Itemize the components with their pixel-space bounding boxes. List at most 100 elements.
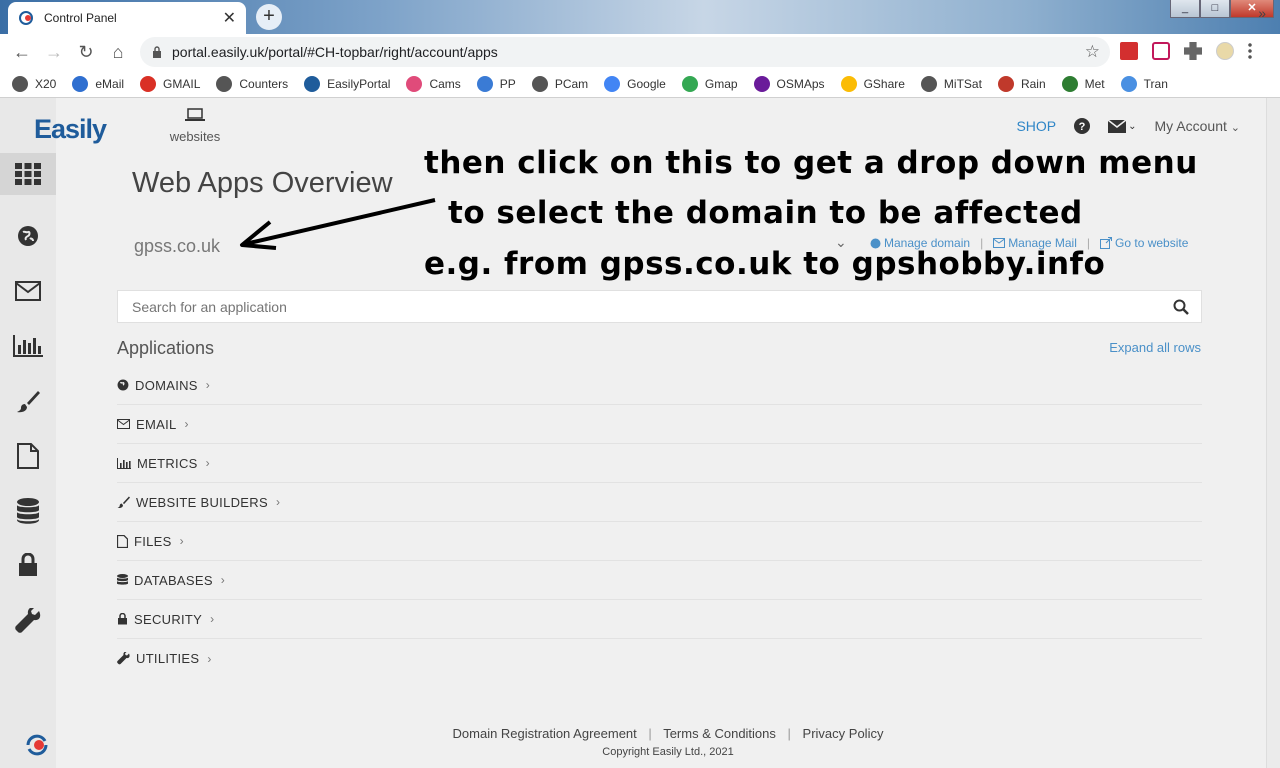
bookmark-label: MiTSat xyxy=(943,76,982,91)
sidebar-item-files[interactable] xyxy=(0,435,56,477)
shop-link[interactable]: SHOP xyxy=(1016,118,1056,134)
bookmark-item[interactable]: Rain xyxy=(997,75,1046,92)
bookmark-label: Google xyxy=(627,76,666,91)
bookmark-favicon-icon xyxy=(920,75,937,92)
bookmark-label: Gmap xyxy=(704,76,738,91)
back-arrow-icon[interactable]: ← xyxy=(6,42,38,63)
app-row-databases[interactable]: DATABASES › xyxy=(117,561,1202,600)
application-search xyxy=(117,290,1202,323)
chevron-right-icon: › xyxy=(184,417,189,431)
top-right-nav: SHOP ? ⌄ My Account ⌄ xyxy=(1016,118,1240,134)
sidebar-item-apps[interactable] xyxy=(0,153,56,195)
bookmark-item[interactable]: OSMAps xyxy=(753,75,825,92)
privacy-policy-link[interactable]: Privacy Policy xyxy=(803,726,884,741)
sidebar-item-email[interactable] xyxy=(0,270,56,312)
websites-nav[interactable]: websites xyxy=(160,108,230,144)
app-row-domains[interactable]: DOMAINS › xyxy=(117,366,1202,405)
annotation-line-1: then click on this to get a drop down me… xyxy=(424,145,1198,181)
browser-menu-icon[interactable] xyxy=(1248,42,1252,60)
bookmark-item[interactable]: Tran xyxy=(1120,75,1168,92)
bookmark-favicon-icon xyxy=(140,75,157,92)
chevron-down-icon: ⌄ xyxy=(1230,122,1240,134)
chevron-right-icon: › xyxy=(275,495,281,509)
close-window-button[interactable]: ✕ xyxy=(1230,0,1274,18)
bookmark-favicon-icon xyxy=(681,75,698,92)
bookmark-item[interactable]: Google xyxy=(604,75,666,92)
app-row-email[interactable]: EMAIL › xyxy=(117,405,1202,444)
puzzle-extensions-icon[interactable] xyxy=(1184,42,1202,60)
chevron-right-icon: › xyxy=(220,573,226,587)
bookmark-star-icon[interactable]: ☆ xyxy=(1085,42,1100,62)
bookmark-item[interactable]: Counters xyxy=(216,75,288,92)
envelope-icon xyxy=(1108,119,1127,133)
domain-registration-agreement-link[interactable]: Domain Registration Agreement xyxy=(453,726,637,741)
bookmark-item[interactable]: EasilyPortal xyxy=(304,75,390,92)
bookmark-item[interactable]: eMail xyxy=(72,75,124,92)
app-row-website-builders[interactable]: WEBSITE BUILDERS › xyxy=(117,483,1202,522)
page-scrollbar[interactable] xyxy=(1266,98,1280,768)
chevron-right-icon: › xyxy=(210,612,215,626)
pdf-extension-icon[interactable] xyxy=(1120,42,1138,60)
search-icon[interactable] xyxy=(1173,299,1189,315)
tab-close-icon[interactable]: ✕ xyxy=(223,8,236,28)
bookmark-label: Rain xyxy=(1020,76,1046,91)
sidebar-item-security[interactable] xyxy=(0,544,56,586)
app-row-files[interactable]: FILES › xyxy=(117,522,1202,561)
forward-arrow-icon[interactable]: → xyxy=(38,42,70,63)
my-account-menu[interactable]: My Account ⌄ xyxy=(1155,118,1240,134)
bookmark-item[interactable]: GMAIL xyxy=(140,75,201,92)
bookmarks-bar: X20 eMail GMAIL Counters EasilyPortal Cams PP P… xyxy=(0,70,1280,98)
sidebar-item-website-builders[interactable] xyxy=(0,381,56,423)
app-row-metrics[interactable]: METRICS › xyxy=(117,444,1202,483)
sidebar-item-databases[interactable] xyxy=(0,490,56,532)
maximize-button[interactable]: □ xyxy=(1200,0,1230,18)
bookmark-label: X20 xyxy=(35,76,57,91)
globe-icon xyxy=(18,226,38,246)
secure-lock-icon xyxy=(153,46,161,58)
bar-chart-icon xyxy=(117,457,131,469)
bookmark-item[interactable]: GShare xyxy=(840,75,905,92)
calendar-extension-icon[interactable] xyxy=(1152,42,1170,60)
sidebar-item-domains[interactable] xyxy=(0,215,56,257)
bookmark-item[interactable]: PCam xyxy=(531,75,588,92)
search-input[interactable] xyxy=(132,298,1201,315)
address-bar[interactable]: portal.easily.uk/portal/#CH-topbar/right… xyxy=(140,37,1110,67)
bookmark-item[interactable]: PP xyxy=(476,75,516,92)
browser-tab-bar: Control Panel ✕ + _ □ ✕ xyxy=(0,0,1280,34)
file-icon xyxy=(17,443,39,469)
bookmark-label: GMAIL xyxy=(163,76,201,91)
home-icon[interactable]: ⌂ xyxy=(102,42,134,63)
sidebar-item-utilities[interactable] xyxy=(0,600,56,642)
app-row-security[interactable]: SECURITY › xyxy=(117,600,1202,639)
bookmarks-overflow-icon[interactable]: » xyxy=(1258,5,1266,21)
mail-menu[interactable]: ⌄ xyxy=(1108,119,1137,133)
sidebar-item-metrics[interactable] xyxy=(0,325,56,367)
app-row-label: UTILITIES xyxy=(136,651,200,666)
browser-toolbar: ← → ↻ ⌂ portal.easily.uk/portal/#CH-topb… xyxy=(0,34,1280,70)
bookmark-favicon-icon xyxy=(997,75,1014,92)
expand-all-rows-link[interactable]: Expand all rows xyxy=(1109,340,1201,355)
minimize-button[interactable]: _ xyxy=(1170,0,1200,18)
bookmark-item[interactable]: Gmap xyxy=(681,75,738,92)
bookmark-item[interactable]: Cams xyxy=(406,75,461,92)
chevron-right-icon: › xyxy=(205,456,210,470)
bar-chart-icon xyxy=(13,335,43,357)
link-separator: | xyxy=(787,726,791,741)
chevron-down-icon: ⌄ xyxy=(1128,120,1137,132)
browser-tab[interactable]: Control Panel ✕ xyxy=(8,2,246,34)
domain-selector[interactable]: gpss.co.uk xyxy=(134,236,220,257)
easily-logo[interactable]: Easily xyxy=(34,114,107,145)
bookmark-favicon-icon xyxy=(531,75,548,92)
new-tab-button[interactable]: + xyxy=(256,4,282,30)
bookmark-item[interactable]: X20 xyxy=(12,75,57,92)
bookmark-item[interactable]: MiTSat xyxy=(920,75,982,92)
reload-icon[interactable]: ↻ xyxy=(70,42,102,63)
bookmark-favicon-icon xyxy=(1061,75,1078,92)
go-to-website-link[interactable]: Go to website xyxy=(1115,236,1188,250)
bookmark-favicon-icon xyxy=(840,75,857,92)
profile-avatar[interactable] xyxy=(1216,42,1234,60)
app-row-utilities[interactable]: UTILITIES › xyxy=(117,639,1202,678)
bookmark-item[interactable]: Met xyxy=(1061,75,1105,92)
terms-conditions-link[interactable]: Terms & Conditions xyxy=(663,726,776,741)
help-icon[interactable]: ? xyxy=(1074,118,1091,134)
